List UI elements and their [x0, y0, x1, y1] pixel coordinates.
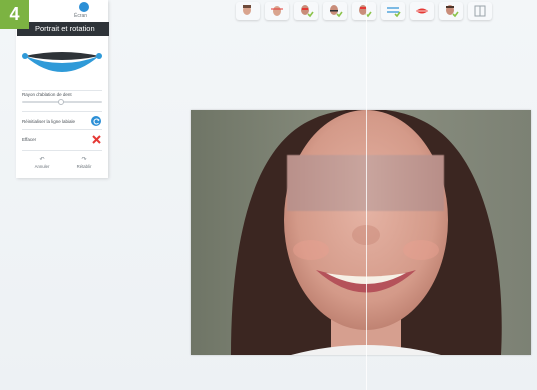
reset-lip-line-label: Réinitialiser la ligne labiale [22, 119, 76, 124]
screen-label: Écran [74, 13, 88, 19]
lips-icon[interactable] [410, 2, 434, 20]
face-check-icon[interactable] [352, 2, 376, 20]
symmetry-midline[interactable] [366, 0, 367, 390]
refresh-icon [93, 118, 100, 124]
face-check-icon[interactable] [294, 2, 318, 20]
tooth-removal-radius-label: Rayon d'ablation de dent [22, 92, 72, 97]
close-icon [91, 134, 101, 144]
delete-button[interactable] [91, 134, 101, 144]
undo-icon: ↶ [39, 157, 45, 163]
panel-header: Écran [16, 0, 108, 22]
slider-handle[interactable] [58, 99, 64, 105]
reset-lip-line-button[interactable] [91, 116, 101, 126]
top-toolbar [236, 0, 536, 22]
step-badge: 4 [0, 0, 29, 29]
undo-button[interactable]: ↶ Annuler [27, 157, 57, 169]
divider [22, 90, 102, 91]
redo-icon: ↷ [81, 157, 87, 163]
screen-icon[interactable] [79, 2, 89, 12]
divider [22, 150, 102, 151]
layout-icon[interactable] [468, 2, 492, 20]
divider [22, 129, 102, 130]
face-measure-icon[interactable] [265, 2, 289, 20]
divider [22, 111, 102, 112]
smile-design-app: Écran Portrait et rotation Rayon d'ablat… [0, 0, 537, 390]
delete-label: Effacer [22, 137, 37, 142]
align-lines-icon[interactable] [381, 2, 405, 20]
face-profile-icon[interactable] [236, 2, 260, 20]
face-check-icon[interactable] [323, 2, 347, 20]
redo-button[interactable]: ↷ Rétablir [69, 157, 99, 169]
face-check-icon[interactable] [439, 2, 463, 20]
section-title: Portrait et rotation [17, 22, 109, 36]
patient-photo[interactable] [191, 110, 531, 355]
lip-line-preview[interactable] [17, 44, 107, 88]
